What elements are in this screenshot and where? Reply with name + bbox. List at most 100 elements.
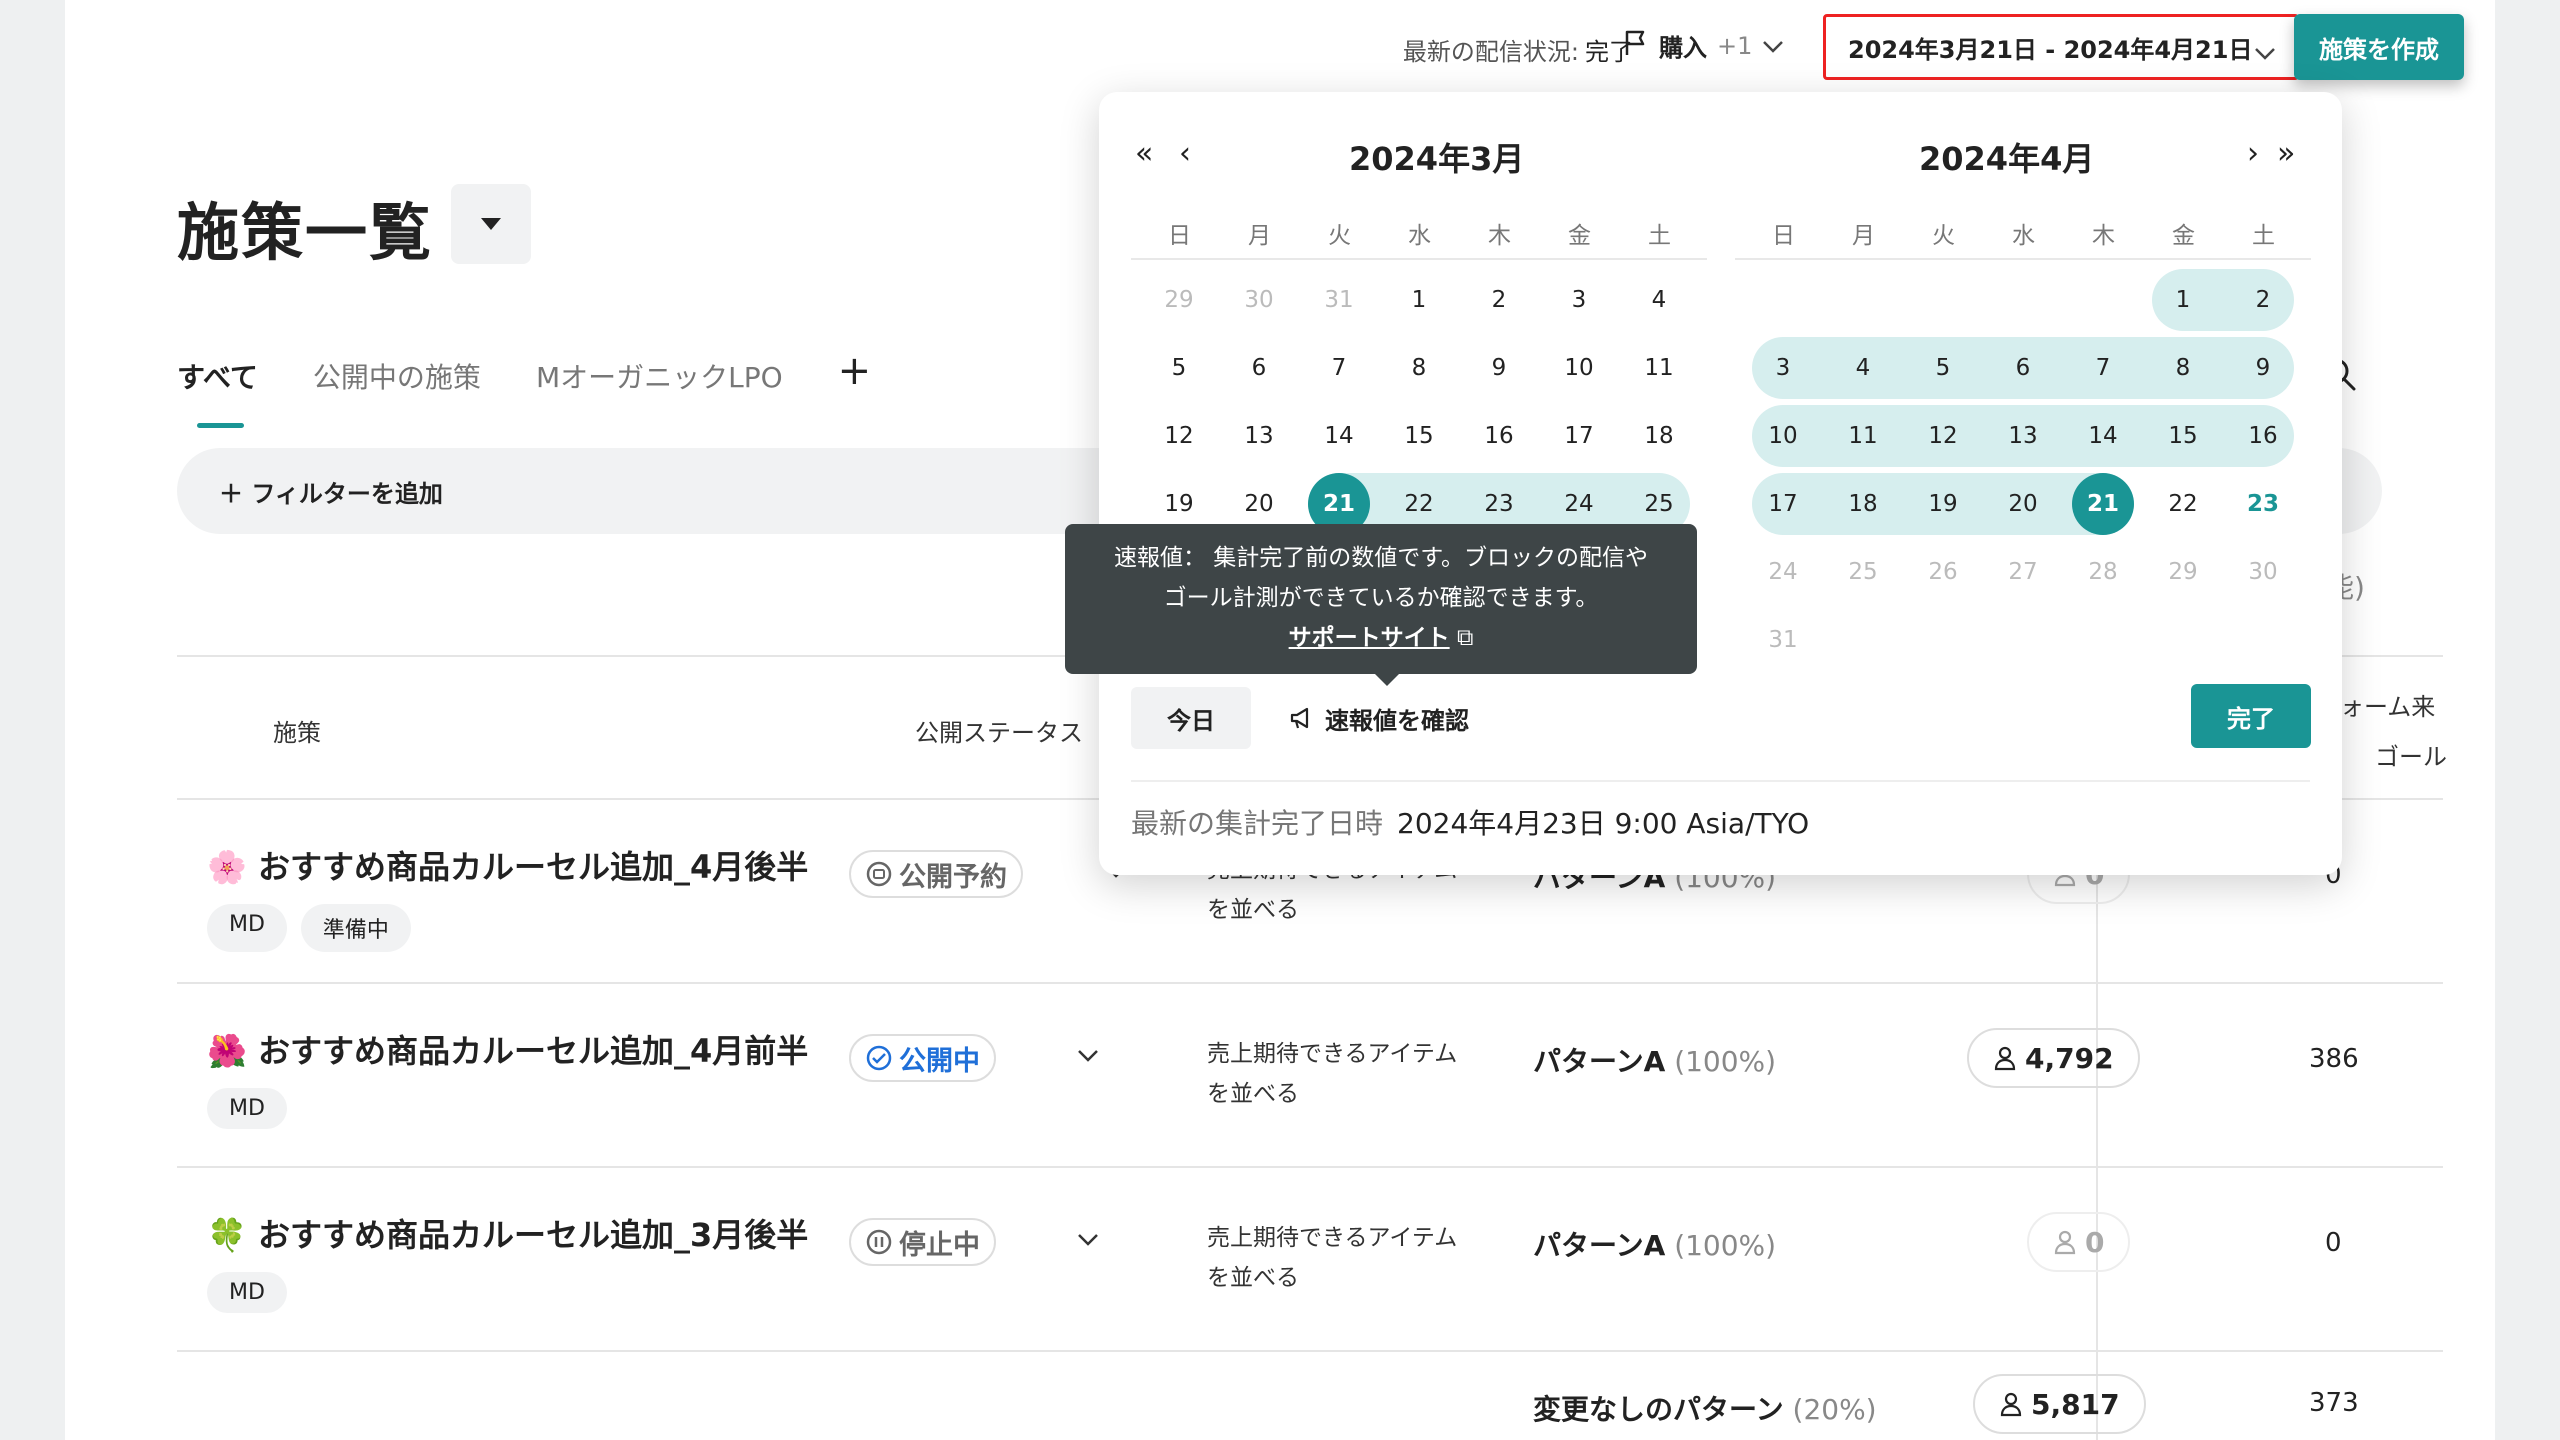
user-count[interactable]: 0 [2027, 1212, 2131, 1272]
support-site-link[interactable]: サポートサイト [1289, 625, 1450, 651]
table-row[interactable]: 変更なしのパターン (20%) 5,817 373 [177, 1352, 2443, 1440]
chevron-left-icon[interactable]: ‹ [1179, 136, 1191, 171]
desc-line: 売上期待できるアイテム [1207, 1225, 1458, 1251]
double-chevron-left-icon[interactable]: « [1135, 136, 1153, 171]
measure-name[interactable]: 🌸 おすすめ商品カルーセル追加_4月後半 [207, 842, 808, 888]
calendar-day[interactable]: 4 [1832, 337, 1894, 399]
title-dropdown-button[interactable] [451, 184, 531, 264]
calendar-day[interactable]: 31 [1308, 269, 1370, 331]
weekday-label: 日 [1772, 223, 1795, 249]
flag-icon [1623, 29, 1649, 63]
calendar-day[interactable]: 23 [2232, 473, 2294, 535]
calendar-day[interactable]: 9 [1468, 337, 1530, 399]
pattern-name: 変更なしのパターン [1533, 1393, 1784, 1426]
status-badge[interactable]: 停止中 [849, 1218, 996, 1266]
calendar-day[interactable]: 6 [1992, 337, 2054, 399]
status-badge[interactable]: 公開中 [849, 1034, 996, 1082]
calendar-day[interactable]: 1 [2152, 269, 2214, 331]
calendar-day[interactable]: 17 [1548, 405, 1610, 467]
tag: MD [207, 904, 287, 952]
calendar-day[interactable]: 1 [1388, 269, 1450, 331]
calendar-day[interactable]: 16 [1468, 405, 1530, 467]
chevron-right-icon[interactable]: › [2247, 136, 2259, 171]
calendar-day[interactable]: 5 [1912, 337, 1974, 399]
add-filter-label: フィルターを追加 [251, 480, 443, 508]
tab-organic-lpo[interactable]: MオーガニックLPO [536, 352, 783, 400]
pattern-pct: (100%) [1674, 1229, 1777, 1262]
calendar-day[interactable]: 3 [1548, 269, 1610, 331]
user-count-value: 5,817 [2031, 1387, 2120, 1421]
calendar-day[interactable]: 31 [1752, 609, 1814, 671]
create-measure-button[interactable]: 施策を作成 [2294, 14, 2464, 80]
user-count[interactable]: 5,817 [1973, 1374, 2146, 1434]
divider [1131, 780, 2310, 782]
tab-all[interactable]: すべて [177, 352, 258, 428]
measure-name[interactable]: 🍀 おすすめ商品カルーセル追加_3月後半 [207, 1210, 808, 1256]
chevron-down-icon[interactable] [1077, 1048, 1099, 1067]
calendar-day[interactable]: 10 [1752, 405, 1814, 467]
measure-name[interactable]: 🌺 おすすめ商品カルーセル追加_4月前半 [207, 1026, 808, 1072]
calendar-day[interactable]: 10 [1548, 337, 1610, 399]
calendar-day[interactable]: 18 [1628, 405, 1690, 467]
tab-published[interactable]: 公開中の施策 [313, 352, 481, 400]
check-preliminary-button[interactable]: 速報値を確認 [1289, 687, 1469, 749]
calendar-day[interactable]: 8 [1388, 337, 1450, 399]
calendar-day[interactable]: 13 [1228, 405, 1290, 467]
measure-description: 売上期待できるアイテムを並べる [1207, 1034, 1457, 1114]
calendar-day[interactable]: 15 [1388, 405, 1450, 467]
status-badge[interactable]: 公開予約 [849, 850, 1023, 898]
weekday-label: 金 [1568, 223, 1591, 249]
calendar-day[interactable]: 6 [1228, 337, 1290, 399]
date-range-picker[interactable]: 2024年3月21日 - 2024年4月21日 [1823, 14, 2299, 80]
calendar-day[interactable]: 15 [2152, 405, 2214, 467]
user-count[interactable]: 4,792 [1967, 1028, 2140, 1088]
calendar-day[interactable]: 5 [1148, 337, 1210, 399]
calendar-day[interactable]: 7 [1308, 337, 1370, 399]
calendar-day[interactable]: 22 [2152, 473, 2214, 535]
calendar-day[interactable]: 12 [1912, 405, 1974, 467]
calendar-day[interactable]: 27 [1992, 541, 2054, 603]
today-button[interactable]: 今日 [1131, 687, 1251, 749]
calendar-day[interactable]: 7 [2072, 337, 2134, 399]
goal-selector[interactable]: 購入 +1 [1623, 28, 1784, 63]
calendar-day[interactable]: 19 [1912, 473, 1974, 535]
calendar-day[interactable]: 30 [1228, 269, 1290, 331]
calendar-day[interactable]: 12 [1148, 405, 1210, 467]
calendar-day[interactable]: 30 [2232, 541, 2294, 603]
chevron-down-icon[interactable] [1077, 1232, 1099, 1251]
table-row[interactable]: 🌺 おすすめ商品カルーセル追加_4月前半 MD 公開中 売上期待できるアイテムを… [177, 984, 2443, 1168]
calendar-day[interactable]: 11 [1628, 337, 1690, 399]
calendar-day[interactable]: 16 [2232, 405, 2294, 467]
calendar-day[interactable]: 25 [1832, 541, 1894, 603]
calendar-day[interactable]: 13 [1992, 405, 2054, 467]
divider [1735, 258, 2311, 260]
calendar-day[interactable]: 11 [1832, 405, 1894, 467]
calendar-day[interactable]: 14 [1308, 405, 1370, 467]
add-tab-button[interactable]: + [838, 344, 872, 400]
table-row[interactable]: 🍀 おすすめ商品カルーセル追加_3月後半 MD 停止中 売上期待できるアイテムを… [177, 1168, 2443, 1352]
tag-list: MD 準備中 [207, 904, 411, 952]
double-chevron-right-icon[interactable]: » [2277, 136, 2295, 171]
calendar-day[interactable]: 21 [2072, 473, 2134, 535]
clover-icon: 🍀 [207, 1216, 247, 1254]
calendar-day[interactable]: 2 [2232, 269, 2294, 331]
calendar-day[interactable]: 29 [2152, 541, 2214, 603]
aggregation-info: 最新の集計完了日時 2024年4月23日 9:00 Asia/TYO [1131, 802, 1809, 842]
calendar-day[interactable]: 24 [1752, 541, 1814, 603]
calendar-day[interactable]: 18 [1832, 473, 1894, 535]
calendar-day[interactable]: 29 [1148, 269, 1210, 331]
measure-description: 売上期待できるアイテムを並べる [1207, 1218, 1457, 1298]
calendar-day[interactable]: 4 [1628, 269, 1690, 331]
calendar-day[interactable]: 20 [1992, 473, 2054, 535]
calendar-day[interactable]: 26 [1912, 541, 1974, 603]
done-button[interactable]: 完了 [2191, 684, 2311, 748]
calendar-day[interactable]: 3 [1752, 337, 1814, 399]
page-title: 施策一覧 [177, 196, 434, 269]
calendar-day[interactable]: 8 [2152, 337, 2214, 399]
add-filter-button[interactable]: ＋ フィルターを追加 [219, 474, 443, 509]
calendar-day[interactable]: 17 [1752, 473, 1814, 535]
calendar-day[interactable]: 14 [2072, 405, 2134, 467]
calendar-day[interactable]: 2 [1468, 269, 1530, 331]
calendar-day[interactable]: 28 [2072, 541, 2134, 603]
calendar-day[interactable]: 9 [2232, 337, 2294, 399]
